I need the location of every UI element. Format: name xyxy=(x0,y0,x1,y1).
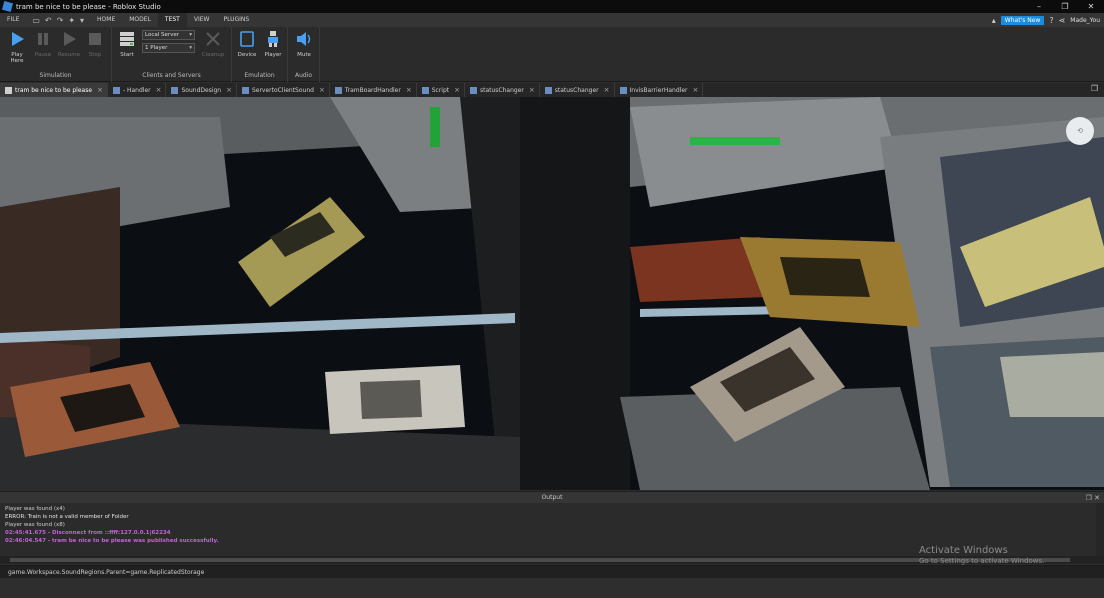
help-icon[interactable]: ? xyxy=(1049,16,1053,25)
minimize-button[interactable]: – xyxy=(1026,0,1052,13)
menu-view[interactable]: VIEW xyxy=(187,13,217,27)
scrollbar-thumb[interactable] xyxy=(10,558,1070,562)
tab-script-handler[interactable]: - Handler × xyxy=(108,83,167,97)
close-tab-icon[interactable]: × xyxy=(156,86,162,94)
start-button[interactable]: Start xyxy=(114,30,140,58)
tab-script-tramboardhandler[interactable]: TramBoardHandler × xyxy=(330,83,417,97)
maximize-button[interactable]: ❐ xyxy=(1052,0,1078,13)
emulation-group: Device Player Emulation xyxy=(232,27,288,82)
play-icon xyxy=(12,32,24,46)
output-line: 02:46:04.547 - tram be nice to be please… xyxy=(5,538,219,544)
output-line: Player was found (x8) xyxy=(5,522,65,528)
resume-button[interactable]: Resume xyxy=(56,30,82,58)
user-name[interactable]: Made_You xyxy=(1070,17,1100,24)
status-bar xyxy=(0,578,1104,598)
tab-script-statuschanger-1[interactable]: statusChanger × xyxy=(465,83,540,97)
device-icon xyxy=(240,31,254,47)
play-here-button[interactable]: Play Here xyxy=(4,30,30,64)
title-bar: tram be nice to be please - Roblox Studi… xyxy=(0,0,1104,13)
window-title: tram be nice to be please - Roblox Studi… xyxy=(16,2,161,11)
close-tab-icon[interactable]: × xyxy=(693,86,699,94)
collapse-ribbon-icon[interactable]: ▴ xyxy=(992,16,996,25)
player-icon xyxy=(268,31,278,47)
redo-icon[interactable]: ↷ xyxy=(57,16,64,25)
share-icon[interactable]: ⋖ xyxy=(1059,16,1066,25)
stop-button[interactable]: Stop xyxy=(82,30,108,58)
window-controls: – ❐ ✕ xyxy=(1026,0,1104,13)
close-button[interactable]: ✕ xyxy=(1078,0,1104,13)
white-car-center xyxy=(325,365,465,434)
close-tab-icon[interactable]: × xyxy=(529,86,535,94)
place-icon xyxy=(5,86,12,94)
white-car-far-right xyxy=(1000,352,1104,417)
tab-script-invisbarrierhandler[interactable]: InvisBarrierHandler × xyxy=(615,83,704,97)
device-button[interactable]: Device xyxy=(234,30,260,58)
output-line: Player was found (x4) xyxy=(5,506,65,512)
script-icon xyxy=(241,86,249,94)
output-panel-header: Output ❐ ✕ xyxy=(0,491,1104,503)
account-cluster: ▴ What's New ? ⋖ Made_You xyxy=(992,13,1100,27)
tab-place[interactable]: tram be nice to be please × xyxy=(0,83,108,97)
player-button[interactable]: Player xyxy=(260,30,286,58)
stop-icon xyxy=(89,33,101,45)
resume-icon xyxy=(64,32,76,46)
toolbar-options-icon[interactable]: ▾ xyxy=(80,16,84,25)
view-selector-icon[interactable]: ⟲ xyxy=(1066,117,1094,145)
server-icon xyxy=(120,32,134,46)
menu-file[interactable]: FILE xyxy=(0,13,26,27)
close-tab-icon[interactable]: × xyxy=(454,86,460,94)
player-count-dropdown[interactable]: 1 Player xyxy=(142,43,195,53)
script-icon xyxy=(421,86,429,94)
clients-servers-group: Start Local Server 1 Player Cleanup Clie… xyxy=(112,27,232,82)
close-tab-icon[interactable]: × xyxy=(604,86,610,94)
tab-script-sounddesign[interactable]: SoundDesign × xyxy=(166,83,237,97)
pause-button[interactable]: Pause xyxy=(30,30,56,58)
restore-panel-icon[interactable]: ❐ xyxy=(1091,84,1098,93)
activate-windows-watermark: Activate Windows Go to Settings to activ… xyxy=(919,545,1045,565)
tab-script-script[interactable]: Script × xyxy=(417,83,465,97)
ribbon: Play Here Pause Resume Stop Simulation S… xyxy=(0,27,1104,82)
close-tab-icon[interactable]: × xyxy=(319,86,325,94)
command-bar[interactable]: game.Workspace.SoundRegions.Parent=game.… xyxy=(0,565,1104,578)
output-line: 02:45:41.675 - Disconnect from ::ffff:12… xyxy=(5,530,171,536)
tab-script-servertoclientsound[interactable]: ServertoClientSound × xyxy=(237,83,330,97)
document-tabs: tram be nice to be please × - Handler × So… xyxy=(0,83,1104,97)
menu-test[interactable]: TEST xyxy=(157,13,187,27)
output-line: ERROR: Train is not a valid member of Fo… xyxy=(5,514,129,520)
whats-new-button[interactable]: What's New xyxy=(1000,15,1045,25)
cleanup-button[interactable]: Cleanup xyxy=(200,30,226,58)
mute-button[interactable]: Mute xyxy=(291,30,317,58)
close-tab-icon[interactable]: × xyxy=(226,86,232,94)
new-file-icon[interactable]: ▭ xyxy=(32,16,40,25)
script-icon xyxy=(112,86,120,94)
scene-render xyxy=(0,97,1104,490)
undo-icon[interactable]: ↶ xyxy=(45,16,52,25)
close-tab-icon[interactable]: × xyxy=(406,86,412,94)
menu-home[interactable]: HOME xyxy=(90,13,122,27)
3d-viewport[interactable]: ⟲ xyxy=(0,97,1104,490)
cleanup-x-icon xyxy=(206,32,220,46)
output-vertical-scrollbar[interactable] xyxy=(1096,503,1104,556)
speaker-icon xyxy=(297,32,311,46)
menu-model[interactable]: MODEL xyxy=(122,13,158,27)
close-tab-icon[interactable]: × xyxy=(97,86,103,94)
menu-bar: FILE ▭ ↶ ↷ ✦ ▾ HOME MODEL TEST VIEW PLUG… xyxy=(0,13,1104,27)
audio-group: Mute Audio xyxy=(288,27,320,82)
tab-script-statuschanger-2[interactable]: statusChanger × xyxy=(540,83,615,97)
plugin-icon[interactable]: ✦ xyxy=(68,16,75,25)
pause-icon xyxy=(38,33,48,45)
script-icon xyxy=(171,86,179,94)
simulation-group: Play Here Pause Resume Stop Simulation xyxy=(0,27,112,82)
quick-access-toolbar: ▭ ↶ ↷ ✦ ▾ xyxy=(32,16,84,25)
roblox-studio-logo-icon xyxy=(1,0,14,13)
script-icon xyxy=(470,86,477,94)
script-icon xyxy=(334,86,342,94)
server-mode-dropdown[interactable]: Local Server xyxy=(142,30,195,40)
script-icon xyxy=(544,86,552,94)
script-icon xyxy=(619,86,627,94)
menu-plugins[interactable]: PLUGINS xyxy=(216,13,256,27)
